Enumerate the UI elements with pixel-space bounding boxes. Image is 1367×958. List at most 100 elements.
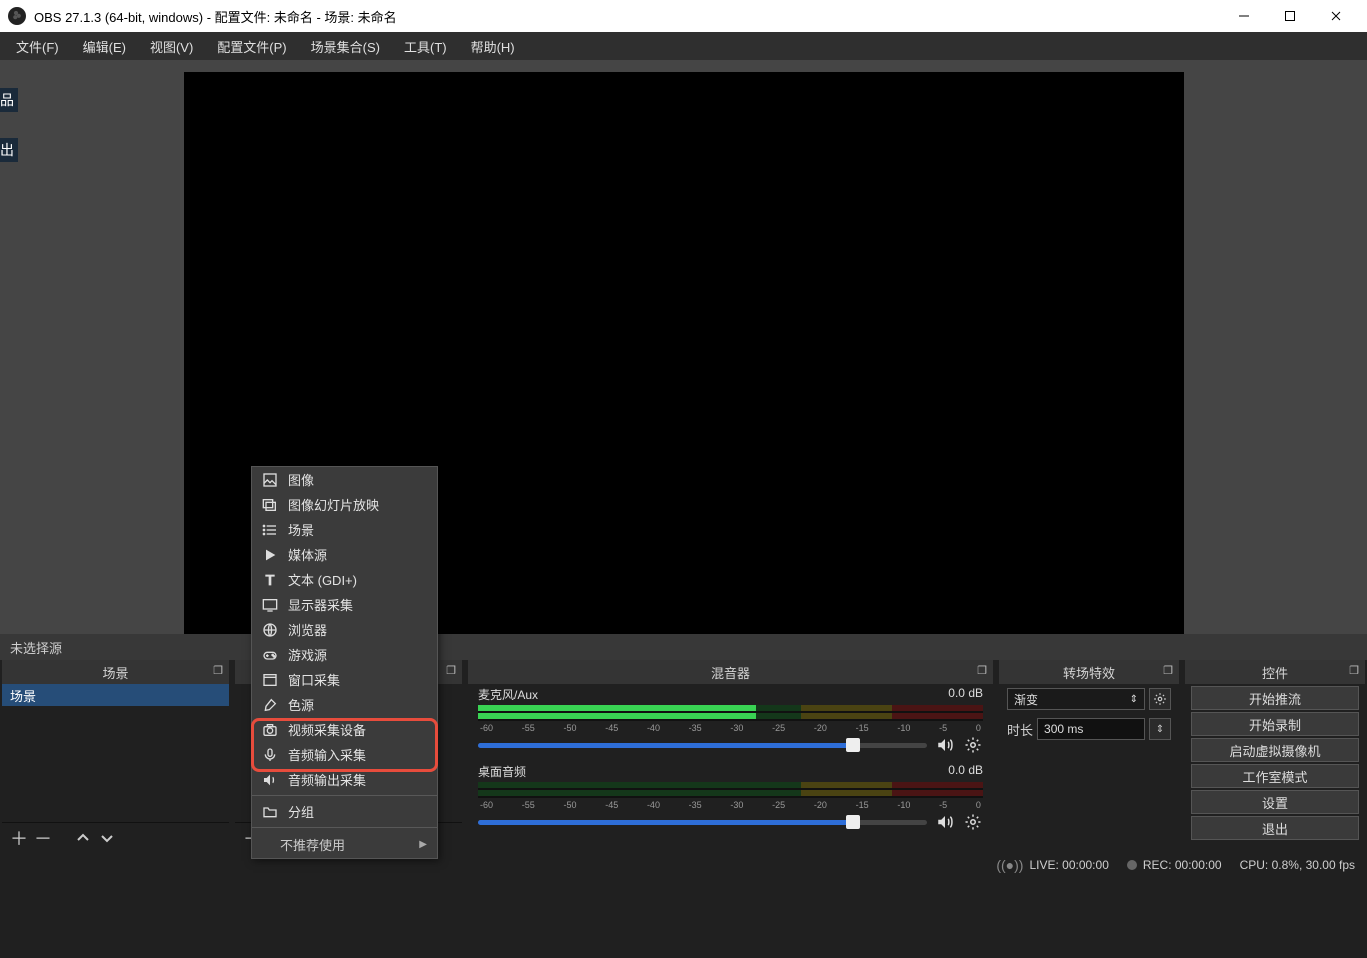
statusbar: ((●)) LIVE: 00:00:00 REC: 00:00:00 CPU: …	[0, 852, 1367, 878]
status-cpu-text: CPU: 0.8%, 30.00 fps	[1240, 858, 1355, 872]
exit-button[interactable]: 退出	[1191, 816, 1359, 840]
ctx-item-scene[interactable]: 场景	[252, 517, 437, 542]
gear-icon[interactable]	[963, 735, 983, 755]
ctx-item-deprecated[interactable]: 不推荐使用 ▶	[252, 831, 437, 858]
window-titlebar: OBS 27.1.3 (64-bit, windows) - 配置文件: 未命名…	[0, 0, 1367, 32]
dock-popout-icon[interactable]: ❐	[213, 664, 223, 677]
status-rec-text: REC: 00:00:00	[1143, 858, 1222, 872]
transition-select[interactable]: 渐变 ⇕	[1007, 688, 1145, 710]
docks-row: 场景 ❐ 场景 ＋ － 来源 ❐ ＋ － 混音器	[0, 660, 1367, 852]
image-icon	[262, 472, 278, 488]
transition-duration-input[interactable]: 300 ms	[1037, 718, 1145, 740]
dock-popout-icon[interactable]: ❐	[1349, 664, 1359, 677]
ctx-item-color-source[interactable]: 色源	[252, 692, 437, 717]
mixer-volume-slider[interactable]	[478, 820, 927, 825]
mixer-channel-db: 0.0 dB	[948, 763, 983, 780]
dock-mixer: 混音器 ❐ 麦克风/Aux 0.0 dB -60-55-50-45-40-35-…	[468, 660, 993, 852]
record-dot-icon	[1127, 860, 1137, 870]
transition-duration-label: 时长	[1007, 720, 1033, 739]
scene-add-button[interactable]: ＋	[8, 827, 30, 849]
scene-list-item[interactable]: 场景	[2, 684, 229, 706]
dock-popout-icon[interactable]: ❐	[977, 664, 987, 677]
mixer-channel: 麦克风/Aux 0.0 dB -60-55-50-45-40-35-30-25-…	[468, 684, 993, 761]
ctx-item-video-capture[interactable]: 视频采集设备	[252, 717, 437, 742]
camera-icon	[262, 722, 278, 738]
mixer-body: 麦克风/Aux 0.0 dB -60-55-50-45-40-35-30-25-…	[468, 684, 993, 852]
mixer-channel: 桌面音频 0.0 dB -60-55-50-45-40-35-30-25-20-…	[468, 761, 993, 838]
scene-move-down-button[interactable]	[96, 827, 118, 849]
window-maximize-button[interactable]	[1267, 0, 1313, 32]
dock-transitions-title: 转场特效	[1063, 663, 1115, 682]
ctx-item-media[interactable]: 媒体源	[252, 542, 437, 567]
dock-mixer-header[interactable]: 混音器 ❐	[468, 660, 993, 684]
ctx-label: 不推荐使用	[280, 835, 345, 854]
mixer-channel-db: 0.0 dB	[948, 686, 983, 703]
ctx-label: 显示器采集	[288, 595, 353, 614]
ctx-item-text[interactable]: 文本 (GDI+)	[252, 567, 437, 592]
menu-help[interactable]: 帮助(H)	[459, 33, 527, 60]
ctx-item-slideshow[interactable]: 图像幻灯片放映	[252, 492, 437, 517]
ctx-label: 媒体源	[288, 545, 327, 564]
menu-profile[interactable]: 配置文件(P)	[205, 33, 298, 60]
window-minimize-button[interactable]	[1221, 0, 1267, 32]
mixer-ticks: -60-55-50-45-40-35-30-25-20-15-10-50	[478, 723, 983, 735]
menu-scene-collection[interactable]: 场景集合(S)	[299, 33, 392, 60]
ctx-item-browser[interactable]: 浏览器	[252, 617, 437, 642]
ctx-item-audio-input[interactable]: 音频输入采集	[252, 742, 437, 767]
transition-select-value: 渐变	[1014, 691, 1038, 708]
ctx-item-group[interactable]: 分组	[252, 799, 437, 824]
dock-popout-icon[interactable]: ❐	[1163, 664, 1173, 677]
gear-icon[interactable]	[963, 812, 983, 832]
transition-duration-value: 300 ms	[1044, 722, 1083, 736]
ctx-item-audio-output[interactable]: 音频输出采集	[252, 767, 437, 792]
dock-popout-icon[interactable]: ❐	[446, 664, 456, 677]
start-recording-button[interactable]: 开始录制	[1191, 712, 1359, 736]
scene-move-up-button[interactable]	[72, 827, 94, 849]
settings-button[interactable]: 设置	[1191, 790, 1359, 814]
ctx-item-image[interactable]: 图像	[252, 467, 437, 492]
menu-tools[interactable]: 工具(T)	[392, 33, 459, 60]
mixer-volume-slider[interactable]	[478, 743, 927, 748]
speaker-out-icon	[262, 772, 278, 788]
ctx-label: 窗口采集	[288, 670, 340, 689]
dock-scenes-title: 场景	[102, 663, 128, 682]
dock-controls: 控件 ❐ 开始推流 开始录制 启动虚拟摄像机 工作室模式 设置 退出	[1185, 660, 1365, 852]
dock-transitions-header[interactable]: 转场特效 ❐	[999, 660, 1179, 684]
ctx-item-display-capture[interactable]: 显示器采集	[252, 592, 437, 617]
menu-edit[interactable]: 编辑(E)	[71, 33, 138, 60]
studio-mode-button[interactable]: 工作室模式	[1191, 764, 1359, 788]
obs-logo-icon	[8, 7, 26, 25]
dock-scenes: 场景 ❐ 场景 ＋ －	[2, 660, 229, 852]
window-close-button[interactable]	[1313, 0, 1359, 32]
ctx-label: 音频输入采集	[288, 745, 366, 764]
dock-controls-header[interactable]: 控件 ❐	[1185, 660, 1365, 684]
folder-icon	[262, 804, 278, 820]
status-cpu: CPU: 0.8%, 30.00 fps	[1240, 858, 1355, 872]
no-source-selected-bar: 未选择源	[0, 634, 1367, 660]
menu-separator	[252, 827, 437, 828]
mixer-ticks: -60-55-50-45-40-35-30-25-20-15-10-50	[478, 800, 983, 812]
edge-fragment-top: 品	[0, 88, 18, 112]
speaker-icon[interactable]	[935, 735, 955, 755]
start-virtualcam-button[interactable]: 启动虚拟摄像机	[1191, 738, 1359, 762]
text-icon	[262, 572, 278, 588]
ctx-label: 分组	[288, 802, 314, 821]
globe-icon	[262, 622, 278, 638]
scene-remove-button[interactable]: －	[32, 827, 54, 849]
menu-file[interactable]: 文件(F)	[4, 33, 71, 60]
status-live: ((●)) LIVE: 00:00:00	[996, 857, 1109, 873]
start-streaming-button[interactable]: 开始推流	[1191, 686, 1359, 710]
mixer-channel-name: 桌面音频	[478, 763, 526, 780]
transition-settings-button[interactable]	[1149, 688, 1171, 710]
dock-transitions: 转场特效 ❐ 渐变 ⇕ 时长 300 ms ⇕	[999, 660, 1179, 852]
menu-view[interactable]: 视图(V)	[138, 33, 205, 60]
edge-fragment-mid: 出	[0, 138, 18, 162]
speaker-icon[interactable]	[935, 812, 955, 832]
transition-duration-stepper[interactable]: ⇕	[1149, 718, 1171, 740]
dock-scenes-header[interactable]: 场景 ❐	[2, 660, 229, 684]
ctx-label: 场景	[288, 520, 314, 539]
ctx-item-game-capture[interactable]: 游戏源	[252, 642, 437, 667]
no-source-label: 未选择源	[10, 638, 62, 657]
ctx-item-window-capture[interactable]: 窗口采集	[252, 667, 437, 692]
chevron-updown-icon: ⇕	[1130, 694, 1138, 705]
